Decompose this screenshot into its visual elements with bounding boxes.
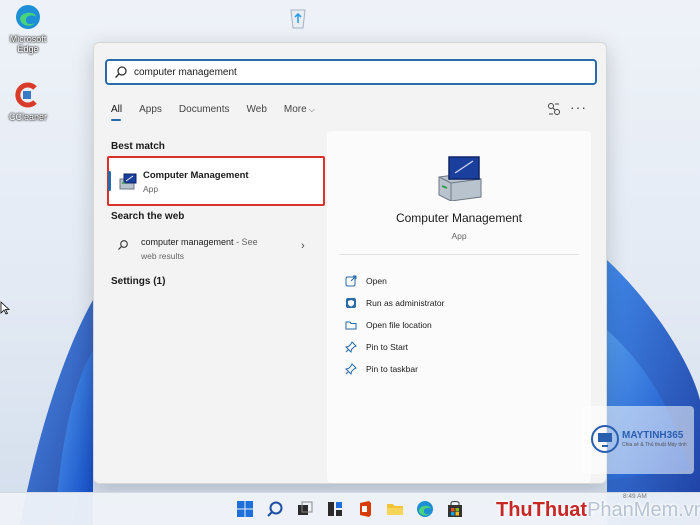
search-icon bbox=[115, 66, 127, 78]
edge-icon bbox=[16, 5, 40, 29]
action-pin-to-start[interactable]: Pin to Start bbox=[345, 341, 408, 353]
computer-management-large-icon bbox=[438, 156, 482, 201]
taskbar-search-icon[interactable] bbox=[266, 500, 284, 518]
computer-management-icon bbox=[119, 173, 137, 190]
desktop-icon-ccleaner[interactable]: CCleaner bbox=[2, 82, 54, 122]
watermark-brand: MAYTINH365 bbox=[622, 430, 684, 441]
watermark-red-text: ThuThuat bbox=[496, 499, 588, 521]
open-icon bbox=[345, 275, 357, 287]
recycle-bin-icon bbox=[290, 9, 306, 29]
action-label: Pin to Start bbox=[366, 342, 409, 352]
desktop-icon-recycle-bin[interactable] bbox=[272, 4, 324, 34]
action-label: Open file location bbox=[366, 320, 432, 330]
tab-web[interactable]: Web bbox=[247, 104, 267, 115]
file-explorer-icon[interactable] bbox=[386, 500, 404, 518]
web-result-subtext: web results bbox=[141, 251, 184, 261]
microsoft-store-icon[interactable] bbox=[446, 500, 464, 518]
search-input[interactable]: computer management bbox=[105, 59, 597, 85]
tab-apps[interactable]: Apps bbox=[139, 104, 162, 115]
desktop-icon-label: CCleaner bbox=[8, 112, 48, 122]
pin-icon bbox=[345, 341, 357, 353]
web-result-query: computer management bbox=[141, 237, 234, 247]
maytinh365-logo-icon bbox=[591, 425, 619, 453]
web-result-suffix: - See bbox=[233, 237, 258, 247]
selection-accent bbox=[108, 171, 111, 191]
pin-icon bbox=[345, 363, 357, 375]
ccleaner-icon bbox=[15, 82, 37, 108]
action-label: Pin to taskbar bbox=[366, 364, 418, 374]
edge-taskbar-icon[interactable] bbox=[416, 500, 434, 518]
shield-icon bbox=[346, 298, 356, 308]
web-result-line: computer management - See bbox=[141, 237, 258, 247]
share-icon[interactable] bbox=[546, 101, 562, 117]
web-search-result[interactable]: computer management - See web results bbox=[111, 233, 311, 273]
best-match-name: Computer Management bbox=[143, 170, 249, 181]
more-options-icon[interactable]: ··· bbox=[570, 99, 587, 115]
widgets-icon[interactable] bbox=[326, 500, 344, 518]
action-label: Open bbox=[366, 276, 387, 286]
thuthuatphanmem-watermark: ThuThuatPhanMem.vn bbox=[496, 499, 700, 522]
tab-more[interactable]: More ⌵ bbox=[284, 104, 315, 115]
search-icon bbox=[118, 240, 128, 250]
action-open[interactable]: Open bbox=[345, 275, 387, 287]
action-open-file-location[interactable]: Open file location bbox=[345, 319, 432, 331]
chevron-right-icon[interactable]: › bbox=[301, 240, 305, 252]
tab-documents[interactable]: Documents bbox=[179, 104, 230, 115]
action-label: Run as administrator bbox=[366, 298, 445, 308]
mouse-cursor-icon bbox=[0, 301, 10, 315]
chevron-down-icon: ⌵ bbox=[308, 105, 315, 114]
detail-app-type: App bbox=[451, 231, 467, 241]
search-filter-tabs: All Apps Documents Web More ⌵ bbox=[111, 104, 332, 121]
action-pin-to-taskbar[interactable]: Pin to taskbar bbox=[345, 363, 418, 375]
office-icon[interactable] bbox=[356, 500, 374, 518]
result-detail-pane: Computer Management App Open Run as admi… bbox=[327, 131, 591, 483]
detail-app-name: Computer Management bbox=[395, 211, 523, 225]
watermark-tagline: Chia sẻ & Thủ thuật Máy tính bbox=[622, 442, 687, 448]
best-match-heading: Best match bbox=[111, 141, 165, 152]
desktop-icon-label: Microsoft Edge bbox=[9, 34, 47, 54]
start-search-panel: computer management All Apps Documents W… bbox=[93, 42, 607, 484]
folder-icon bbox=[345, 321, 357, 330]
tab-all[interactable]: All bbox=[111, 104, 122, 121]
settings-heading[interactable]: Settings (1) bbox=[111, 276, 165, 287]
task-view-icon[interactable] bbox=[296, 500, 314, 518]
best-match-result[interactable]: Computer Management App bbox=[107, 156, 325, 206]
search-query-text: computer management bbox=[134, 66, 237, 78]
best-match-type: App bbox=[143, 184, 159, 194]
watermark-faint-text: PhanMem.vn bbox=[587, 499, 700, 521]
windows-start-icon[interactable] bbox=[236, 500, 254, 518]
action-run-as-administrator[interactable]: Run as administrator bbox=[345, 297, 444, 309]
tab-more-label: More bbox=[283, 104, 307, 115]
search-web-heading: Search the web bbox=[111, 211, 185, 222]
maytinh365-watermark: MAYTINH365 Chia sẻ & Thủ thuật Máy tính bbox=[582, 406, 694, 474]
divider bbox=[339, 254, 579, 255]
desktop-icon-edge[interactable]: Microsoft Edge bbox=[2, 4, 54, 54]
